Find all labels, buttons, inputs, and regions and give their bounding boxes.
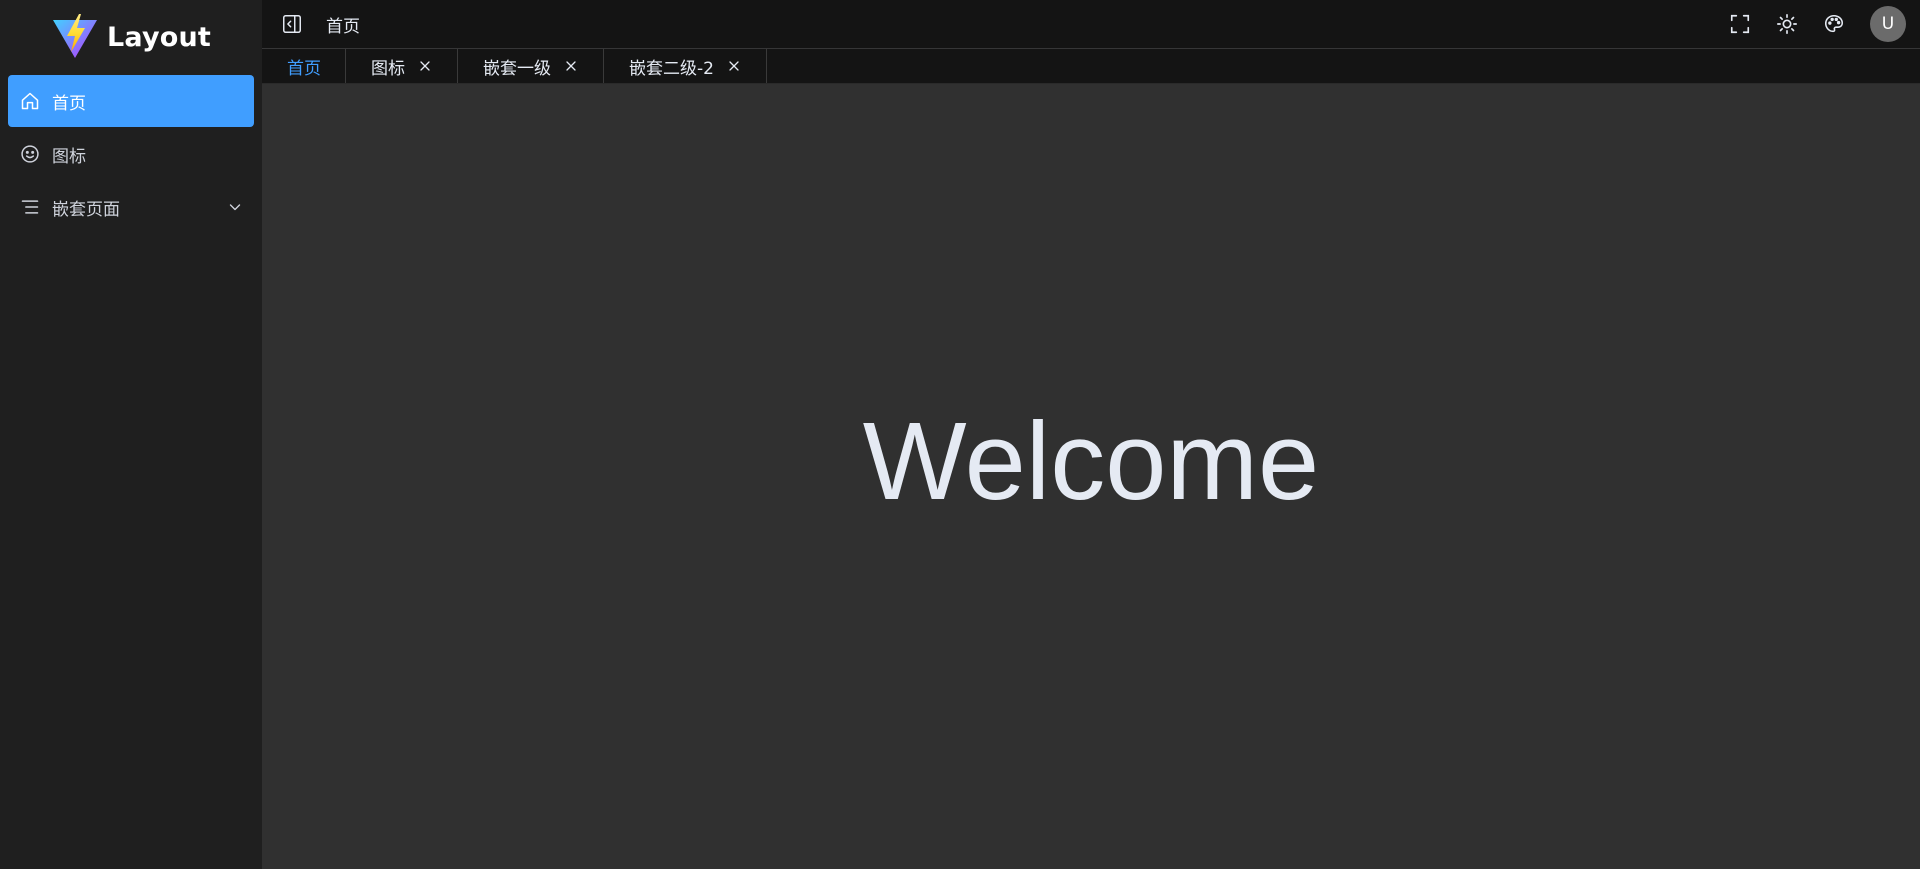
menu-lines-icon — [20, 197, 40, 217]
vite-logo-icon — [51, 12, 99, 64]
sidebar-item-label: 首页 — [52, 93, 86, 114]
tab-label: 嵌套二级-2 — [629, 58, 714, 79]
palette-button[interactable] — [1822, 12, 1846, 36]
tab-nested-level-2[interactable]: 嵌套二级-2 — [604, 49, 767, 83]
close-icon[interactable] — [417, 58, 433, 74]
chevron-down-icon — [228, 200, 242, 214]
smile-icon — [20, 144, 40, 164]
main-area: 首页 U 首页 图标 嵌套一级 嵌套二级-2 Welcome — [262, 0, 1920, 869]
sidebar-item-home[interactable]: 首页 — [8, 75, 254, 127]
sidebar: Layout 首页 图标 嵌套页面 — [0, 0, 262, 869]
close-icon[interactable] — [563, 58, 579, 74]
sidebar-item-label: 图标 — [52, 146, 86, 167]
collapse-sidebar-button[interactable] — [280, 12, 304, 36]
theme-toggle-button[interactable] — [1775, 12, 1799, 36]
logo[interactable]: Layout — [0, 0, 262, 75]
tab-home[interactable]: 首页 — [262, 49, 346, 83]
welcome-heading: Welcome — [862, 400, 1320, 523]
home-icon — [20, 91, 40, 111]
tab-icons[interactable]: 图标 — [346, 49, 458, 83]
top-header: 首页 U — [262, 0, 1920, 49]
sidebar-fold-icon — [283, 15, 301, 33]
tab-label: 嵌套一级 — [483, 58, 551, 79]
palette-icon — [1824, 14, 1844, 33]
close-icon[interactable] — [726, 58, 742, 74]
tab-label: 首页 — [287, 58, 321, 79]
fullscreen-button[interactable] — [1728, 12, 1752, 36]
avatar[interactable]: U — [1870, 6, 1906, 42]
tab-label: 图标 — [371, 58, 405, 79]
sidebar-item-icons[interactable]: 图标 — [8, 128, 254, 180]
app-title: Layout — [106, 22, 212, 53]
fullscreen-icon — [1730, 14, 1750, 34]
breadcrumb[interactable]: 首页 — [326, 12, 360, 37]
sidebar-item-label: 嵌套页面 — [52, 199, 120, 220]
app-root: Layout 首页 图标 嵌套页面 首页 U 首页 图标 嵌套一级 嵌套二级-2… — [0, 0, 1920, 869]
tab-nested-level-1[interactable]: 嵌套一级 — [458, 49, 604, 83]
sidebar-item-nested[interactable]: 嵌套页面 — [8, 181, 254, 233]
tab-bar: 首页 图标 嵌套一级 嵌套二级-2 — [262, 49, 1920, 84]
sun-icon — [1777, 14, 1797, 34]
sidebar-menu: 首页 图标 嵌套页面 — [0, 75, 262, 233]
content-area: Welcome — [262, 84, 1920, 869]
